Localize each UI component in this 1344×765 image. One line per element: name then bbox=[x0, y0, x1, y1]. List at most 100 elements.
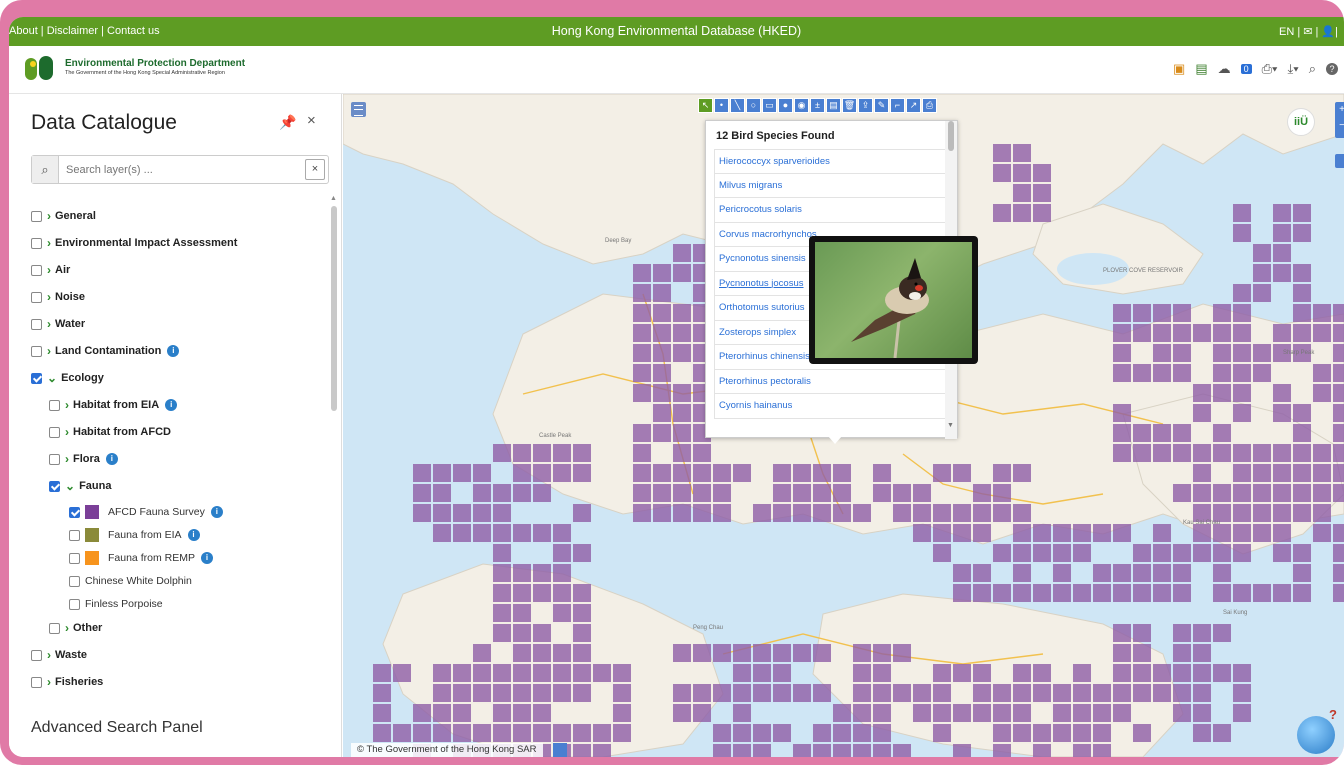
survey-grid-cell[interactable] bbox=[1113, 564, 1131, 582]
survey-grid-cell[interactable] bbox=[953, 744, 971, 757]
survey-grid-cell[interactable] bbox=[553, 724, 571, 742]
survey-grid-cell[interactable] bbox=[1333, 384, 1344, 402]
survey-grid-cell[interactable] bbox=[1233, 504, 1251, 522]
survey-grid-cell[interactable] bbox=[1273, 264, 1291, 282]
survey-grid-cell[interactable] bbox=[1153, 664, 1171, 682]
survey-grid-cell[interactable] bbox=[1233, 384, 1251, 402]
survey-grid-cell[interactable] bbox=[433, 504, 451, 522]
survey-grid-cell[interactable] bbox=[1253, 524, 1271, 542]
info-icon[interactable]: i bbox=[167, 345, 180, 357]
survey-grid-cell[interactable] bbox=[533, 644, 551, 662]
survey-grid-cell[interactable] bbox=[513, 444, 531, 462]
survey-grid-cell[interactable] bbox=[573, 644, 591, 662]
survey-grid-cell[interactable] bbox=[513, 524, 531, 542]
survey-grid-cell[interactable] bbox=[533, 704, 551, 722]
survey-grid-cell[interactable] bbox=[1153, 684, 1171, 702]
survey-grid-cell[interactable] bbox=[633, 384, 651, 402]
survey-grid-cell[interactable] bbox=[1273, 444, 1291, 462]
survey-grid-cell[interactable] bbox=[1213, 344, 1231, 362]
survey-grid-cell[interactable] bbox=[913, 524, 931, 542]
survey-grid-cell[interactable] bbox=[693, 484, 711, 502]
survey-grid-cell[interactable] bbox=[1153, 344, 1171, 362]
survey-grid-cell[interactable] bbox=[433, 664, 451, 682]
survey-grid-cell[interactable] bbox=[1293, 464, 1311, 482]
survey-grid-cell[interactable] bbox=[1073, 684, 1091, 702]
print-tool-icon[interactable]: ⎙ bbox=[922, 98, 937, 113]
survey-grid-cell[interactable] bbox=[1153, 424, 1171, 442]
survey-grid-cell[interactable] bbox=[993, 484, 1011, 502]
survey-grid-cell[interactable] bbox=[853, 644, 871, 662]
survey-grid-cell[interactable] bbox=[933, 704, 951, 722]
line-tool-icon[interactable]: ╲ bbox=[730, 98, 745, 113]
survey-grid-cell[interactable] bbox=[633, 464, 651, 482]
survey-grid-cell[interactable] bbox=[1013, 164, 1031, 182]
survey-grid-cell[interactable] bbox=[753, 504, 771, 522]
survey-grid-cell[interactable] bbox=[1293, 224, 1311, 242]
survey-grid-cell[interactable] bbox=[1133, 564, 1151, 582]
tree-item-air[interactable]: › Air bbox=[31, 261, 70, 279]
survey-grid-cell[interactable] bbox=[933, 524, 951, 542]
survey-grid-cell[interactable] bbox=[1273, 244, 1291, 262]
survey-grid-cell[interactable] bbox=[1233, 344, 1251, 362]
circle-tool-icon[interactable]: ○ bbox=[746, 98, 761, 113]
survey-grid-cell[interactable] bbox=[1093, 724, 1111, 742]
measure-tool-icon[interactable]: ⌐ bbox=[890, 98, 905, 113]
survey-grid-cell[interactable] bbox=[553, 464, 571, 482]
survey-grid-cell[interactable] bbox=[933, 664, 951, 682]
survey-grid-cell[interactable] bbox=[893, 684, 911, 702]
survey-grid-cell[interactable] bbox=[1333, 464, 1344, 482]
survey-grid-cell[interactable] bbox=[893, 744, 911, 757]
tree-item-afcd-fauna-survey[interactable]: AFCD Fauna Survey i bbox=[69, 503, 223, 521]
survey-grid-cell[interactable] bbox=[1053, 524, 1071, 542]
survey-grid-cell[interactable] bbox=[1313, 304, 1331, 322]
survey-grid-cell[interactable] bbox=[1033, 524, 1051, 542]
survey-grid-cell[interactable] bbox=[1033, 544, 1051, 562]
survey-grid-cell[interactable] bbox=[1153, 304, 1171, 322]
survey-grid-cell[interactable] bbox=[913, 484, 931, 502]
survey-grid-cell[interactable] bbox=[1213, 364, 1231, 382]
survey-grid-cell[interactable] bbox=[1333, 544, 1344, 562]
scroll-thumb[interactable] bbox=[948, 121, 954, 151]
survey-grid-cell[interactable] bbox=[693, 704, 711, 722]
survey-grid-cell[interactable] bbox=[653, 384, 671, 402]
survey-grid-cell[interactable] bbox=[533, 664, 551, 682]
survey-grid-cell[interactable] bbox=[513, 464, 531, 482]
survey-grid-cell[interactable] bbox=[573, 544, 591, 562]
survey-grid-cell[interactable] bbox=[673, 424, 691, 442]
survey-grid-cell[interactable] bbox=[1293, 484, 1311, 502]
survey-grid-cell[interactable] bbox=[473, 484, 491, 502]
survey-grid-cell[interactable] bbox=[1173, 624, 1191, 642]
survey-grid-cell[interactable] bbox=[553, 544, 571, 562]
survey-grid-cell[interactable] bbox=[1313, 464, 1331, 482]
survey-grid-cell[interactable] bbox=[1313, 324, 1331, 342]
survey-grid-cell[interactable] bbox=[1233, 704, 1251, 722]
survey-grid-cell[interactable] bbox=[1273, 504, 1291, 522]
survey-grid-cell[interactable] bbox=[573, 604, 591, 622]
survey-grid-cell[interactable] bbox=[1293, 424, 1311, 442]
survey-grid-cell[interactable] bbox=[573, 624, 591, 642]
survey-grid-cell[interactable] bbox=[513, 564, 531, 582]
survey-grid-cell[interactable] bbox=[873, 664, 891, 682]
survey-grid-cell[interactable] bbox=[833, 464, 851, 482]
survey-grid-cell[interactable] bbox=[1213, 324, 1231, 342]
survey-grid-cell[interactable] bbox=[973, 684, 991, 702]
survey-grid-cell[interactable] bbox=[753, 744, 771, 757]
survey-grid-cell[interactable] bbox=[493, 664, 511, 682]
tree-item-habitat-eia[interactable]: › Habitat from EIA i bbox=[49, 396, 178, 414]
survey-grid-cell[interactable] bbox=[533, 584, 551, 602]
survey-grid-cell[interactable] bbox=[473, 664, 491, 682]
survey-grid-cell[interactable] bbox=[633, 264, 651, 282]
survey-grid-cell[interactable] bbox=[993, 584, 1011, 602]
tree-item-land-contamination[interactable]: › Land Contamination i bbox=[31, 342, 180, 360]
survey-grid-cell[interactable] bbox=[1173, 424, 1191, 442]
survey-grid-cell[interactable] bbox=[653, 424, 671, 442]
survey-grid-cell[interactable] bbox=[773, 504, 791, 522]
survey-grid-cell[interactable] bbox=[373, 724, 391, 742]
survey-grid-cell[interactable] bbox=[1113, 424, 1131, 442]
survey-grid-cell[interactable] bbox=[1273, 544, 1291, 562]
survey-grid-cell[interactable] bbox=[1013, 724, 1031, 742]
survey-grid-cell[interactable] bbox=[1313, 484, 1331, 502]
tree-item-general[interactable]: › General bbox=[31, 207, 96, 225]
survey-grid-cell[interactable] bbox=[1333, 364, 1344, 382]
survey-grid-cell[interactable] bbox=[993, 544, 1011, 562]
